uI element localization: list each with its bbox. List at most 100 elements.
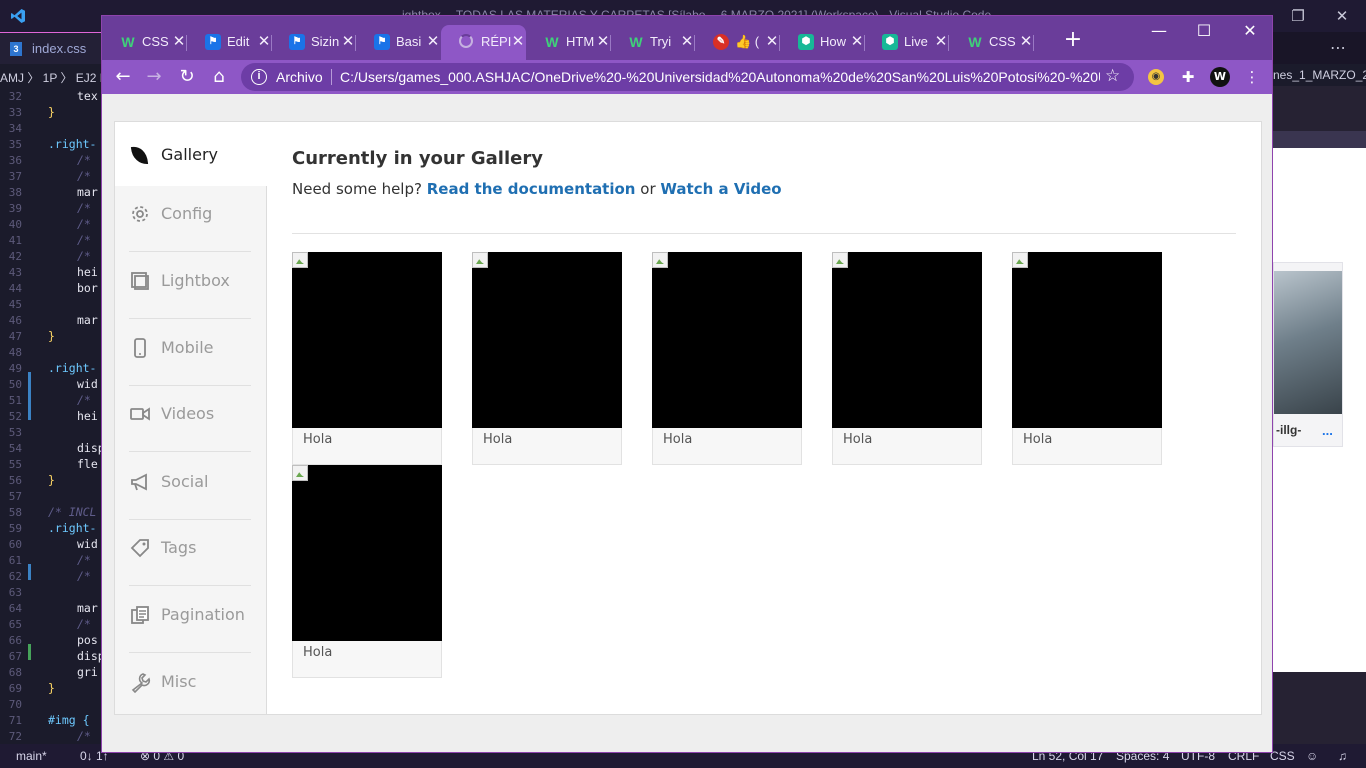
sidebar-item-misc[interactable]: Misc [129,654,251,720]
line-number: 66 [8,634,22,647]
browser-tab[interactable]: ✎ 👍 (✕ [695,25,780,60]
vscode-tab-index-css[interactable]: 3 index.css [0,32,101,64]
profile-avatar-icon[interactable]: W [1210,67,1230,87]
code-line: wid [77,537,98,551]
broken-image-icon [652,252,668,268]
code-line: /* [77,169,91,183]
status-branch[interactable]: main* [16,749,47,763]
status-feedback-icon[interactable]: ☺ [1306,749,1318,763]
line-number: 49 [8,362,22,375]
vscode-close-icon[interactable]: ✕ [1332,6,1352,26]
tag-icon [130,539,149,558]
line-number: 68 [8,666,22,679]
owl-extension-icon[interactable]: ◉ [1148,69,1164,85]
sidebar-item-tags[interactable]: Tags [129,520,251,586]
code-line: } [48,473,55,487]
gallery-image[interactable] [292,465,442,641]
tab-close-icon[interactable]: ✕ [424,32,442,50]
bookmark-star-icon[interactable]: ☆ [1105,66,1120,86]
line-number: 62 [8,570,22,583]
browser-tab[interactable]: RÉPI ✕ [441,25,526,60]
browser-tab[interactable]: W CSS ✕ [102,25,187,60]
status-bell-icon[interactable]: ♫ [1338,749,1347,763]
home-icon[interactable]: ⌂ [208,66,230,88]
preview-thumbnail-more[interactable]: ... [1322,423,1333,438]
line-number: 55 [8,458,22,471]
address-bar[interactable]: i Archivo C:/Users/games_000.ASHJAC/OneD… [241,63,1134,91]
tab-separator [1033,35,1034,51]
gallery-image[interactable] [472,252,622,428]
new-tab-button[interactable]: + [1062,29,1084,51]
browser-tab[interactable]: ⬢ Live ✕ [864,25,949,60]
flag-icon: ⚑ [374,34,390,50]
sidebar-item-mobile[interactable]: Mobile [129,320,251,386]
chrome-close-icon[interactable]: ✕ [1240,21,1260,41]
sidebar-item-social[interactable]: Social [129,454,251,520]
lightbox-icon [131,272,149,290]
sidebar-item-lightbox[interactable]: Lightbox [129,253,251,319]
forward-icon[interactable]: → [143,66,165,88]
browser-tab[interactable]: W Tryi ✕ [610,25,695,60]
code-line: /* [77,217,91,231]
browser-tab[interactable]: W HTM ✕ [526,25,611,60]
chrome-minimize-icon[interactable]: — [1149,21,1169,41]
gallery-card[interactable]: Hola [652,252,802,465]
chrome-maximize-icon[interactable]: ☐ [1194,21,1214,41]
tab-title: Sizin [311,34,340,49]
gallery-caption: Hola [483,432,513,447]
gallery-image[interactable] [652,252,802,428]
gallery-card[interactable]: Hola [472,252,622,465]
browser-tab[interactable]: W CSS ✕ [949,25,1034,60]
browser-tab[interactable]: ⚑ Edit ✕ [187,25,272,60]
gallery-image[interactable] [832,252,982,428]
extensions-puzzle-icon[interactable]: ✚ [1178,67,1198,87]
status-language[interactable]: CSS [1270,749,1295,763]
wrench-icon [131,673,151,693]
browser-tab[interactable]: ⚑ Basi ✕ [356,25,441,60]
preview-thumbnail-caption: -illg- [1276,423,1302,437]
w-icon: W [968,34,982,50]
w-icon: W [629,34,643,50]
tab-title: CSS [989,34,1016,49]
reload-icon[interactable]: ↻ [176,66,198,88]
sidebar-item-label: Lightbox [161,271,230,290]
tab-close-icon[interactable]: ✕ [509,32,527,50]
help-or: or [640,180,656,198]
gallery-card[interactable]: Hola [832,252,982,465]
preview-thumbnail-card[interactable]: -illg- ... [1273,262,1343,447]
gallery-card[interactable]: Hola [292,252,442,465]
chrome-menu-icon[interactable]: ⋮ [1242,67,1262,87]
back-icon[interactable]: ← [112,66,134,88]
code-line: bor [77,281,98,295]
code-line: mar [77,313,98,327]
site-info-icon[interactable]: i [251,69,267,85]
line-number: 57 [8,490,22,503]
vscode-more-actions-icon[interactable]: ⋯ [1330,38,1346,57]
sidebar-item-videos[interactable]: Videos [129,386,251,452]
sidebar-item-gallery[interactable]: Gallery [129,122,259,186]
vscode-restore-icon[interactable]: ❐ [1288,6,1308,26]
gallery-image[interactable] [1012,252,1162,428]
code-line: /* [77,153,91,167]
vscode-breadcrumb-text[interactable]: AMJ 〉 1P 〉 EJ2 RÉ [0,69,116,86]
vscode-editor[interactable]: 32 tex 33} 34 35 .right- 36 /* 37 /* 38 mar 39 /* 40 /*… [0,86,105,759]
sidebar-item-label: Misc [161,672,197,691]
line-number: 43 [8,266,22,279]
w-icon: W [545,34,559,50]
gallery-content: Currently in your Gallery Need some help… [292,122,1236,714]
gallery-card[interactable]: Hola [1012,252,1162,465]
documentation-link[interactable]: Read the documentation [427,180,636,198]
gallery-image[interactable] [292,252,442,428]
sidebar-item-config[interactable]: Config [129,186,251,252]
line-number: 47 [8,330,22,343]
address-url[interactable]: C:/Users/games_000.ASHJAC/OneDrive%20-%2… [340,69,1100,85]
browser-tab[interactable]: ⚑ Sizin ✕ [271,25,356,60]
browser-tab[interactable]: ⬢ How ✕ [780,25,865,60]
sidebar-item-pagination[interactable]: Pagination [129,587,251,653]
code-line: /* [77,233,91,247]
video-link[interactable]: Watch a Video [660,180,781,198]
gallery-card[interactable]: Hola [292,465,442,678]
git-gutter-mark [28,644,31,660]
code-line: fle [77,457,98,471]
line-number: 39 [8,202,22,215]
